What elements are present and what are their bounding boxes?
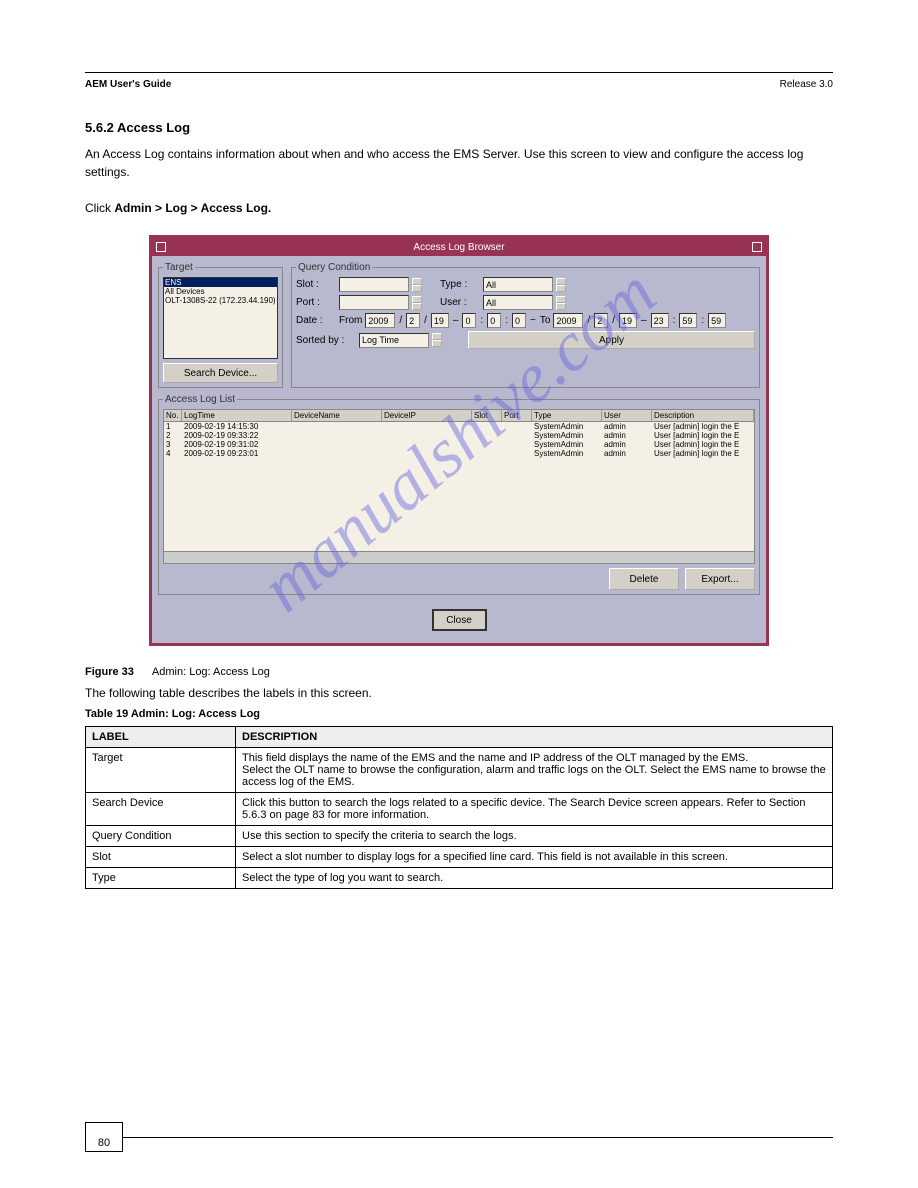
from-m[interactable]: 0	[487, 313, 501, 328]
to-year[interactable]: 2009	[553, 313, 583, 328]
table-row[interactable]: 32009-02-19 09:31:02SystemAdminadminUser…	[164, 440, 754, 449]
port-spinner[interactable]	[412, 296, 422, 310]
table-row[interactable]: 12009-02-19 14:15:30SystemAdminadminUser…	[164, 422, 754, 431]
query-condition-group: Query Condition Slot : Type : All Port :	[291, 262, 760, 388]
from-day[interactable]: 19	[431, 313, 449, 328]
description-table: LABEL DESCRIPTION TargetThis field displ…	[85, 726, 833, 889]
chevron-up-icon[interactable]	[556, 278, 566, 285]
table-row: TypeSelect the type of log you want to s…	[86, 868, 833, 889]
port-field[interactable]	[339, 295, 409, 310]
chevron-down-icon[interactable]	[432, 340, 442, 347]
col-slot[interactable]: Slot	[472, 410, 502, 421]
from-label: From	[339, 315, 362, 326]
target-group: Target ENS All Devices OLT-1308S-22 (172…	[158, 262, 283, 388]
chevron-down-icon[interactable]	[412, 285, 422, 292]
table-row[interactable]: 42009-02-19 09:23:01SystemAdminadminUser…	[164, 449, 754, 458]
to-month[interactable]: 2	[594, 313, 608, 328]
col-user[interactable]: User	[602, 410, 652, 421]
slot-label: Slot :	[296, 279, 336, 290]
date-label: Date :	[296, 315, 336, 326]
sorted-label: Sorted by :	[296, 335, 356, 346]
from-s[interactable]: 0	[512, 313, 526, 328]
page-footer: 80	[85, 1122, 833, 1138]
horizontal-scrollbar[interactable]	[163, 552, 755, 564]
port-label: Port :	[296, 297, 336, 308]
target-legend: Target	[163, 262, 195, 273]
search-device-button[interactable]: Search Device...	[163, 363, 278, 383]
to-label: To	[540, 315, 551, 326]
target-item[interactable]: OLT-1308S-22 (172.23.44.190)	[164, 296, 277, 305]
table-row[interactable]: 22009-02-19 09:33:22SystemAdminadminUser…	[164, 431, 754, 440]
slot-field[interactable]	[339, 277, 409, 292]
dialog-window: Access Log Browser Target ENS All Device…	[149, 235, 769, 646]
col-type[interactable]: Type	[532, 410, 602, 421]
slot-spinner[interactable]	[412, 278, 422, 292]
to-m[interactable]: 59	[679, 313, 697, 328]
th-desc: DESCRIPTION	[236, 727, 833, 748]
window-square-icon[interactable]	[752, 242, 762, 252]
access-log-list-group: Access Log List No. LogTime DeviceName D…	[158, 394, 760, 595]
table-row: TargetThis field displays the name of th…	[86, 748, 833, 793]
path-line: Click Admin > Log > Access Log.	[85, 201, 833, 215]
col-port[interactable]: Port	[502, 410, 532, 421]
query-legend: Query Condition	[296, 262, 372, 273]
table-intro: The following table describes the labels…	[85, 686, 833, 700]
col-devip[interactable]: DeviceIP	[382, 410, 472, 421]
type-field[interactable]: All	[483, 277, 553, 292]
from-month[interactable]: 2	[406, 313, 420, 328]
chevron-up-icon[interactable]	[412, 278, 422, 285]
loglist-legend: Access Log List	[163, 394, 237, 405]
col-no[interactable]: No.	[164, 410, 182, 421]
figure-caption: Figure 33 Admin: Log: Access Log	[85, 666, 833, 678]
target-item-selected[interactable]: ENS	[164, 278, 277, 287]
target-list[interactable]: ENS All Devices OLT-1308S-22 (172.23.44.…	[163, 277, 278, 359]
to-h[interactable]: 23	[651, 313, 669, 328]
chevron-up-icon[interactable]	[556, 296, 566, 303]
from-h[interactable]: 0	[462, 313, 476, 328]
page-number: 80	[85, 1122, 123, 1152]
table-row: Query ConditionUse this section to speci…	[86, 826, 833, 847]
col-logtime[interactable]: LogTime	[182, 410, 292, 421]
screenshot-figure: manualshive.com Access Log Browser Targe…	[149, 235, 769, 646]
col-desc[interactable]: Description	[652, 410, 754, 421]
log-body[interactable]: 12009-02-19 14:15:30SystemAdminadminUser…	[163, 422, 755, 552]
apply-button[interactable]: Apply	[468, 331, 755, 349]
table-title: Table 19 Admin: Log: Access Log	[85, 708, 833, 720]
chevron-up-icon[interactable]	[412, 296, 422, 303]
log-header: No. LogTime DeviceName DeviceIP Slot Por…	[163, 409, 755, 422]
table-row: Search DeviceClick this button to search…	[86, 793, 833, 826]
target-item[interactable]: All Devices	[164, 287, 277, 296]
user-field[interactable]: All	[483, 295, 553, 310]
type-label: Type :	[440, 279, 480, 290]
chevron-up-icon[interactable]	[432, 333, 442, 340]
from-year[interactable]: 2009	[365, 313, 395, 328]
chevron-down-icon[interactable]	[412, 303, 422, 310]
col-devname[interactable]: DeviceName	[292, 410, 382, 421]
sorted-field[interactable]: Log Time	[359, 333, 429, 348]
window-title: Access Log Browser	[166, 242, 752, 253]
user-spinner[interactable]	[556, 296, 566, 310]
to-s[interactable]: 59	[708, 313, 726, 328]
titlebar: Access Log Browser	[152, 238, 766, 256]
chevron-down-icon[interactable]	[556, 303, 566, 310]
header-right: Release 3.0	[780, 79, 833, 90]
section-title: 5.6.2 Access Log	[85, 120, 833, 135]
export-button[interactable]: Export...	[685, 568, 755, 590]
page-header: AEM User's Guide Release 3.0	[85, 79, 833, 90]
to-day[interactable]: 19	[619, 313, 637, 328]
window-control-icon[interactable]	[156, 242, 166, 252]
header-left: AEM User's Guide	[85, 79, 171, 90]
close-button[interactable]: Close	[432, 609, 487, 631]
table-row: SlotSelect a slot number to display logs…	[86, 847, 833, 868]
sorted-spinner[interactable]	[432, 333, 442, 347]
delete-button[interactable]: Delete	[609, 568, 679, 590]
user-label: User :	[440, 297, 480, 308]
chevron-down-icon[interactable]	[556, 285, 566, 292]
section-intro: An Access Log contains information about…	[85, 145, 833, 181]
type-spinner[interactable]	[556, 278, 566, 292]
th-label: LABEL	[86, 727, 236, 748]
